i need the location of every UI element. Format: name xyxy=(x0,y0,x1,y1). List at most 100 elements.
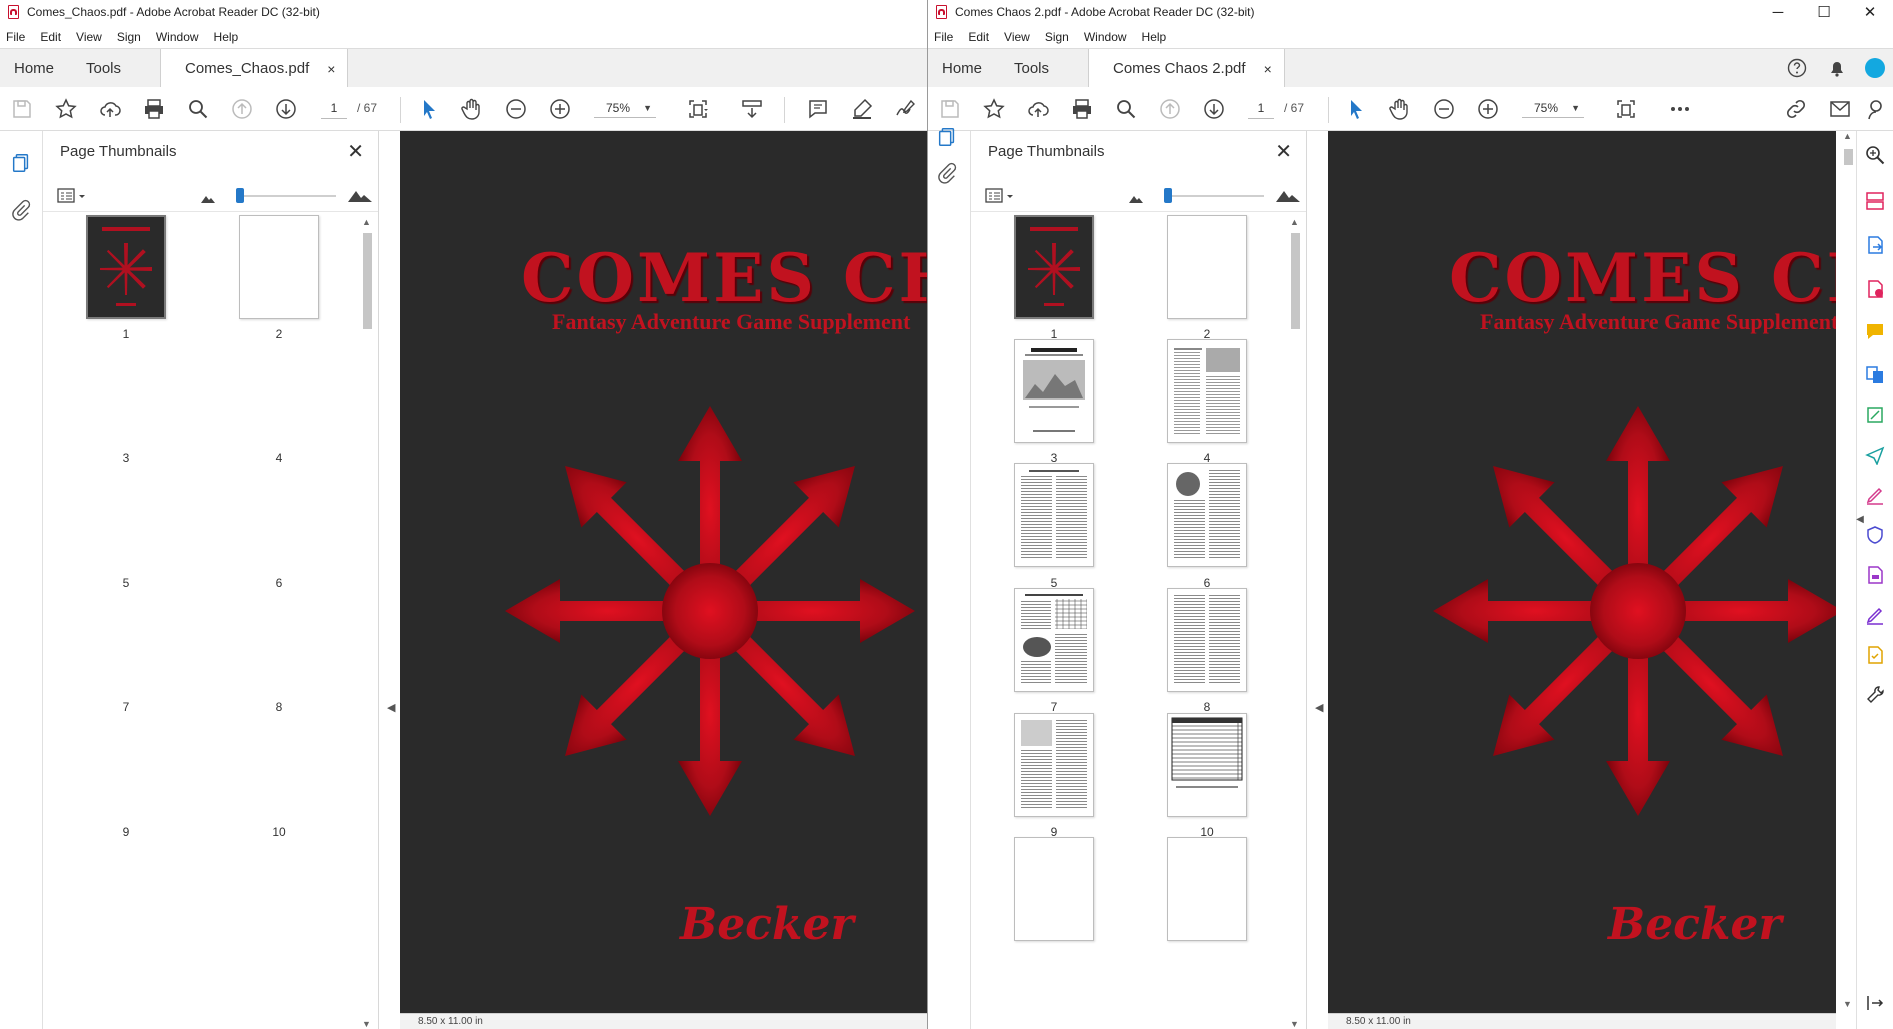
attachment-icon[interactable] xyxy=(935,161,959,185)
hand-tool-icon[interactable] xyxy=(1386,95,1414,123)
scroll-down-icon[interactable]: ▼ xyxy=(1843,999,1852,1009)
thumbnail-page-6[interactable] xyxy=(1167,463,1247,567)
protect-icon[interactable] xyxy=(1863,523,1887,547)
hand-tool-icon[interactable] xyxy=(458,95,486,123)
cloud-upload-icon[interactable] xyxy=(1024,95,1052,123)
organize-pages-icon[interactable] xyxy=(1863,189,1887,213)
zoom-level-select[interactable]: 75% ▼ xyxy=(1522,98,1584,118)
scroll-down-icon[interactable]: ▼ xyxy=(362,1019,371,1029)
page-thumbnails-icon[interactable] xyxy=(9,151,33,175)
request-signature-icon[interactable] xyxy=(1863,603,1887,627)
menu-help[interactable]: Help xyxy=(214,30,239,44)
fill-sign-icon[interactable] xyxy=(1863,483,1887,507)
user-share-icon[interactable] xyxy=(1864,95,1892,123)
more-tools-wrench-icon[interactable] xyxy=(1863,683,1887,707)
thumbnail-size-slider[interactable] xyxy=(236,188,336,203)
thumbnail-size-slider[interactable] xyxy=(1164,188,1264,203)
edit-pdf-icon[interactable] xyxy=(1863,403,1887,427)
scroll-up-icon[interactable]: ▲ xyxy=(1843,131,1852,141)
sign-icon[interactable] xyxy=(892,95,920,123)
help-icon[interactable] xyxy=(1777,58,1817,78)
thumbnail-page-2[interactable] xyxy=(1167,215,1247,319)
print-icon[interactable] xyxy=(140,95,168,123)
thumbnail-page-3[interactable] xyxy=(1014,339,1094,443)
menu-window[interactable]: Window xyxy=(1084,30,1127,44)
tab-tools[interactable]: Tools xyxy=(86,49,121,87)
select-cursor-icon[interactable] xyxy=(1342,95,1370,123)
thumbnail-page-5[interactable] xyxy=(1014,463,1094,567)
tab-home[interactable]: Home xyxy=(942,49,982,87)
menu-help[interactable]: Help xyxy=(1142,30,1167,44)
thumbnail-page-8[interactable] xyxy=(1167,588,1247,692)
zoom-in-icon[interactable] xyxy=(546,95,574,123)
document-scrollbar[interactable]: ▲ ▼ xyxy=(1842,131,1856,1029)
menu-sign[interactable]: Sign xyxy=(117,30,141,44)
thumbnail-options-icon[interactable] xyxy=(57,187,91,208)
zoom-out-icon[interactable] xyxy=(502,95,530,123)
zoom-search-icon[interactable] xyxy=(184,95,212,123)
page-number-input[interactable]: 1 xyxy=(1248,98,1274,119)
tab-tools[interactable]: Tools xyxy=(1014,49,1049,87)
bookmark-star-icon[interactable] xyxy=(980,95,1008,123)
menu-sign[interactable]: Sign xyxy=(1045,30,1069,44)
tab-document[interactable]: Comes Chaos 2.pdf × xyxy=(1088,49,1285,88)
comment-icon[interactable] xyxy=(804,95,832,123)
combine-files-icon[interactable] xyxy=(1863,363,1887,387)
email-icon[interactable] xyxy=(1826,95,1854,123)
select-cursor-icon[interactable] xyxy=(415,95,443,123)
close-window-icon[interactable]: ✕ xyxy=(1847,0,1893,24)
zoom-level-select[interactable]: 75% ▼ xyxy=(594,98,656,118)
thumbnail-page-12[interactable] xyxy=(1167,837,1247,941)
slider-knob[interactable] xyxy=(1164,188,1172,203)
thumbnail-page-9[interactable] xyxy=(1014,713,1094,817)
scrollbar-thumb[interactable] xyxy=(1291,233,1300,329)
large-thumbnail-icon[interactable] xyxy=(348,188,372,205)
save-icon[interactable] xyxy=(8,95,36,123)
zoom-in-icon[interactable] xyxy=(1474,95,1502,123)
zoom-out-icon[interactable] xyxy=(1430,95,1458,123)
previous-page-icon[interactable] xyxy=(228,95,256,123)
cloud-upload-icon[interactable] xyxy=(96,95,124,123)
page-fit-icon[interactable] xyxy=(1612,95,1640,123)
zoom-search-icon[interactable] xyxy=(1112,95,1140,123)
export-pdf-icon[interactable] xyxy=(1863,233,1887,257)
notification-bell-icon[interactable] xyxy=(1817,58,1857,78)
next-page-icon[interactable] xyxy=(272,95,300,123)
thumbnail-page-7[interactable] xyxy=(1014,588,1094,692)
bookmark-star-icon[interactable] xyxy=(52,95,80,123)
menu-file[interactable]: File xyxy=(6,30,25,44)
send-for-review-icon[interactable] xyxy=(1863,443,1887,467)
collapse-tools-pane-icon[interactable] xyxy=(1863,991,1887,1015)
thumbnail-page-11[interactable] xyxy=(1014,837,1094,941)
scrollbar-thumb[interactable] xyxy=(1844,149,1853,165)
scroll-up-icon[interactable]: ▲ xyxy=(1290,217,1299,227)
page-thumbnails-icon[interactable] xyxy=(935,125,959,149)
thumbnail-page-10[interactable] xyxy=(1167,713,1247,817)
thumbnail-page-4[interactable] xyxy=(1167,339,1247,443)
more-tools-icon[interactable] xyxy=(1666,95,1694,123)
maximize-icon[interactable]: ☐ xyxy=(1801,0,1847,24)
scroll-down-icon[interactable]: ▼ xyxy=(1290,1019,1299,1029)
close-icon[interactable]: ✕ xyxy=(347,139,364,164)
attachment-icon[interactable] xyxy=(9,198,33,222)
scan-ocr-icon[interactable] xyxy=(1863,643,1887,667)
page-fit-icon[interactable] xyxy=(684,95,712,123)
thumbnail-scrollbar[interactable]: ▲ ▼ xyxy=(361,217,373,1029)
prepare-form-icon[interactable] xyxy=(1863,563,1887,587)
thumbnail-page-2[interactable] xyxy=(239,215,319,319)
collapse-panel-icon[interactable]: ◀ xyxy=(387,701,395,714)
scrollbar-thumb[interactable] xyxy=(363,233,372,329)
previous-page-icon[interactable] xyxy=(1156,95,1184,123)
scroll-up-icon[interactable]: ▲ xyxy=(362,217,371,227)
thumbnail-page-1[interactable] xyxy=(86,215,166,319)
highlight-pen-icon[interactable] xyxy=(848,95,876,123)
small-thumbnail-icon[interactable] xyxy=(201,192,215,206)
page-number-input[interactable]: 1 xyxy=(321,98,347,119)
zoom-tool-icon[interactable] xyxy=(1863,143,1887,167)
collapse-panel-icon[interactable]: ◀ xyxy=(1315,701,1323,714)
tab-document[interactable]: Comes_Chaos.pdf × xyxy=(160,49,349,88)
large-thumbnail-icon[interactable] xyxy=(1276,188,1300,205)
menu-window[interactable]: Window xyxy=(156,30,199,44)
create-pdf-icon[interactable] xyxy=(1863,277,1887,301)
scroll-mode-icon[interactable] xyxy=(738,95,766,123)
